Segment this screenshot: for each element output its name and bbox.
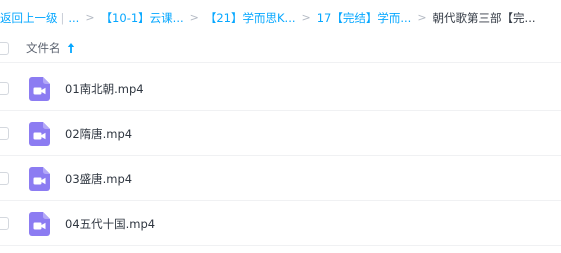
list-header: 文件名 <box>0 36 561 63</box>
arrow-up-icon[interactable] <box>67 42 75 54</box>
chevron-right-icon: > <box>417 11 427 24</box>
breadcrumb-item[interactable]: 17【完结】学而... <box>317 9 412 27</box>
select-all-checkbox[interactable] <box>0 42 9 55</box>
column-header-filename[interactable]: 文件名 <box>26 40 75 56</box>
row-checkbox[interactable] <box>0 82 9 95</box>
list-item[interactable]: 02隋唐.mp4 <box>0 112 561 156</box>
column-header-label: 文件名 <box>26 41 61 55</box>
row-checkbox[interactable] <box>0 172 9 185</box>
breadcrumb-ellipsis[interactable]: ... <box>68 9 79 27</box>
breadcrumb-divider: | <box>60 11 65 25</box>
row-checkbox[interactable] <box>0 127 9 140</box>
file-name[interactable]: 01南北朝.mp4 <box>65 81 144 97</box>
video-file-icon <box>29 167 50 191</box>
breadcrumb-current: 朝代歌第三部【完... <box>432 11 536 25</box>
breadcrumb-item[interactable]: 【21】学而思K... <box>205 9 296 27</box>
file-name[interactable]: 03盛唐.mp4 <box>65 171 132 187</box>
breadcrumb-item[interactable]: 【10-1】云课... <box>101 9 184 27</box>
chevron-right-icon: > <box>301 11 311 24</box>
breadcrumb: 返回上一级 | ... > 【10-1】云课... > 【21】学而思K... … <box>0 9 536 27</box>
chevron-right-icon: > <box>85 11 95 24</box>
list-item[interactable]: 04五代十国.mp4 <box>0 202 561 246</box>
list-item[interactable]: 03盛唐.mp4 <box>0 157 561 201</box>
row-checkbox[interactable] <box>0 217 9 230</box>
back-link[interactable]: 返回上一级 <box>0 9 58 27</box>
chevron-right-icon: > <box>189 11 199 24</box>
video-file-icon <box>29 212 50 236</box>
video-file-icon <box>29 77 50 101</box>
list-item[interactable]: 01南北朝.mp4 <box>0 67 561 111</box>
file-name[interactable]: 02隋唐.mp4 <box>65 126 132 142</box>
file-browser: 返回上一级 | ... > 【10-1】云课... > 【21】学而思K... … <box>0 0 561 253</box>
file-name[interactable]: 04五代十国.mp4 <box>65 216 155 232</box>
video-file-icon <box>29 122 50 146</box>
